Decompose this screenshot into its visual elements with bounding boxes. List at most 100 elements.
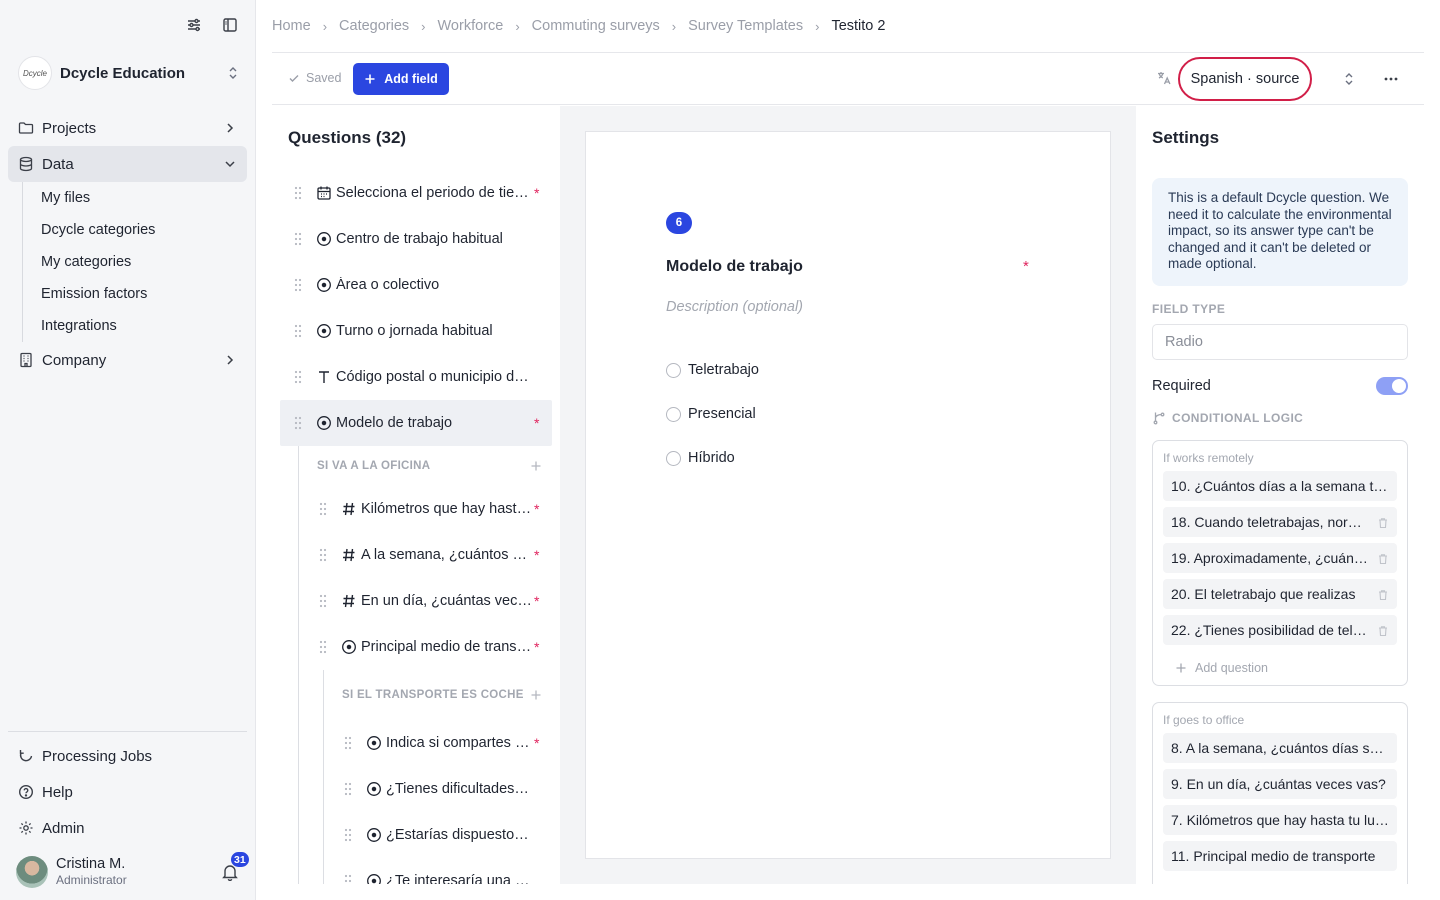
drag-handle-icon[interactable] [319,502,327,516]
radio-option[interactable]: Teletrabajo [666,348,759,392]
question-item[interactable]: Código postal o municipio de residencia [280,354,552,400]
radio-icon [366,781,382,797]
required-marker: * [534,593,540,609]
branch-title: SI VA A LA OFICINA [317,460,431,472]
user-profile[interactable]: Cristina M. Administrator 31 [16,851,250,889]
add-field-button[interactable]: Add field [353,63,449,95]
subnav-item-my-files[interactable]: My files [23,182,247,214]
language-selector[interactable]: Spanish · source [1178,57,1312,101]
nav-item-data[interactable]: Data [8,146,247,182]
drag-handle-icon[interactable] [344,828,352,842]
nav-item-company[interactable]: Company [8,342,247,378]
number-icon [341,501,357,517]
question-title[interactable]: Modelo de trabajo [666,258,803,276]
drag-handle-icon[interactable] [319,640,327,654]
question-label: ¿Estarías dispuesto/a a compartir coche? [386,827,532,843]
plus-icon[interactable] [530,689,542,701]
condition-title: If works remotely [1163,451,1254,465]
question-item[interactable]: A la semana, ¿cuántos días sueles ir?* [299,532,552,578]
nav-item-admin[interactable]: Admin [8,810,247,846]
condition-question-item[interactable]: 19. Aproximadamente, ¿cuántas horas? [1163,543,1397,573]
sidebar-toggle-icon[interactable] [221,16,239,34]
question-item[interactable]: Modelo de trabajo * [280,400,552,446]
condition-question-item[interactable]: 8. A la semana, ¿cuántos días sueles ir? [1163,733,1397,763]
field-type-select[interactable]: Radio [1152,324,1408,360]
avatar [16,856,48,888]
question-item[interactable]: Turno o jornada habitual [280,308,552,354]
description-input[interactable]: Description (optional) [666,299,803,315]
radio-icon [316,415,332,431]
question-item[interactable]: ¿Tienes dificultades para aparcar? [324,766,552,812]
radio-option[interactable]: Híbrido [666,436,759,480]
nav-item-processing-jobs[interactable]: Processing Jobs [8,738,247,774]
condition-question-label: 11. Principal medio de transporte [1171,848,1376,864]
nav-item-help[interactable]: Help [8,774,247,810]
chevron-right-icon [223,121,237,135]
trash-icon[interactable] [1377,552,1389,565]
trash-icon[interactable] [1377,588,1389,601]
drag-handle-icon[interactable] [319,548,327,562]
breadcrumb: Home › Categories › Workforce › Commutin… [272,16,885,36]
notification-badge: 31 [230,851,250,868]
drag-handle-icon[interactable] [319,594,327,608]
questions-list: Selecciona el periodo de tiempo * Centro d… [280,170,552,884]
question-card[interactable]: 6 Modelo de trabajo * Description (optio… [585,131,1111,859]
chevron-right-icon [223,353,237,367]
question-item[interactable]: ¿Estarías dispuesto/a a compartir coche? [324,812,552,858]
question-item[interactable]: Principal medio de transporte * [299,624,552,670]
translate-icon[interactable] [1156,70,1174,88]
condition-question-label: 10. ¿Cuántos días a la semana teletrabaj… [1171,478,1389,494]
org-switcher[interactable]: Dcycle Dcycle Education [18,56,240,90]
subnav-item-dcycle-categories[interactable]: Dcycle categories [23,214,247,246]
chevron-updown-icon[interactable] [1342,70,1356,88]
subnav-item-my-categories[interactable]: My categories [23,246,247,278]
chevron-updown-icon [226,64,240,82]
drag-handle-icon[interactable] [344,736,352,750]
nav-item-projects[interactable]: Projects [8,110,247,146]
sidebar: Dcycle Dcycle Education Projects Data My… [0,0,256,900]
condition-question-item[interactable]: 11. Principal medio de transporte [1163,841,1397,871]
drag-handle-icon[interactable] [294,324,302,338]
question-item[interactable]: En un día, ¿cuántas veces vas?* [299,578,552,624]
trash-icon[interactable] [1377,516,1389,529]
subnav-item-emission-factors[interactable]: Emission factors [23,278,247,310]
trash-icon[interactable] [1377,624,1389,637]
breadcrumb-item[interactable]: Categories [339,18,409,34]
condition-question-item[interactable]: 20. El teletrabajo que realizas [1163,579,1397,609]
question-item[interactable]: Área o colectivo [280,262,552,308]
add-question-button[interactable]: Add question [1163,651,1397,685]
question-item[interactable]: ¿Te interesaría una herramienta de coche… [324,858,552,884]
condition-question-item[interactable]: 10. ¿Cuántos días a la semana teletrabaj… [1163,471,1397,501]
drag-handle-icon[interactable] [294,278,302,292]
bell-icon[interactable]: 31 [222,851,250,882]
breadcrumb-item[interactable]: Survey Templates [688,18,803,34]
required-toggle[interactable] [1376,377,1408,395]
drag-handle-icon[interactable] [294,370,302,384]
drag-handle-icon[interactable] [294,232,302,246]
question-item[interactable]: Kilómetros que hay hasta tu lugar de tra… [299,486,552,532]
condition-question-item[interactable]: 22. ¿Tienes posibilidad de teletrabajar? [1163,615,1397,645]
settings-title: Settings [1152,128,1220,147]
question-label: Código postal o municipio de residencia [336,369,532,385]
required-label: Required [1152,378,1211,394]
condition-question-item[interactable]: 9. En un día, ¿cuántas veces vas? [1163,769,1397,799]
plus-icon[interactable] [530,460,542,472]
required-marker: * [534,735,540,751]
breadcrumb-item[interactable]: Commuting surveys [532,18,660,34]
condition-question-item[interactable]: 7. Kilómetros que hay hasta tu lugar de … [1163,805,1397,835]
drag-handle-icon[interactable] [344,782,352,796]
sliders-icon[interactable] [185,16,203,34]
breadcrumb-item[interactable]: Home [272,18,311,34]
breadcrumb-item[interactable]: Workforce [438,18,504,34]
condition-question-item[interactable]: 18. Cuando teletrabajas, normalmente [1163,507,1397,537]
drag-handle-icon[interactable] [344,874,352,884]
more-options-icon[interactable] [1382,70,1400,88]
radio-option[interactable]: Presencial [666,392,759,436]
drag-handle-icon[interactable] [294,186,302,200]
nav-label: Company [42,351,107,369]
subnav-item-integrations[interactable]: Integrations [23,310,247,342]
question-item[interactable]: Indica si compartes coche* [324,720,552,766]
question-item[interactable]: Selecciona el periodo de tiempo * [280,170,552,216]
drag-handle-icon[interactable] [294,416,302,430]
question-item[interactable]: Centro de trabajo habitual [280,216,552,262]
